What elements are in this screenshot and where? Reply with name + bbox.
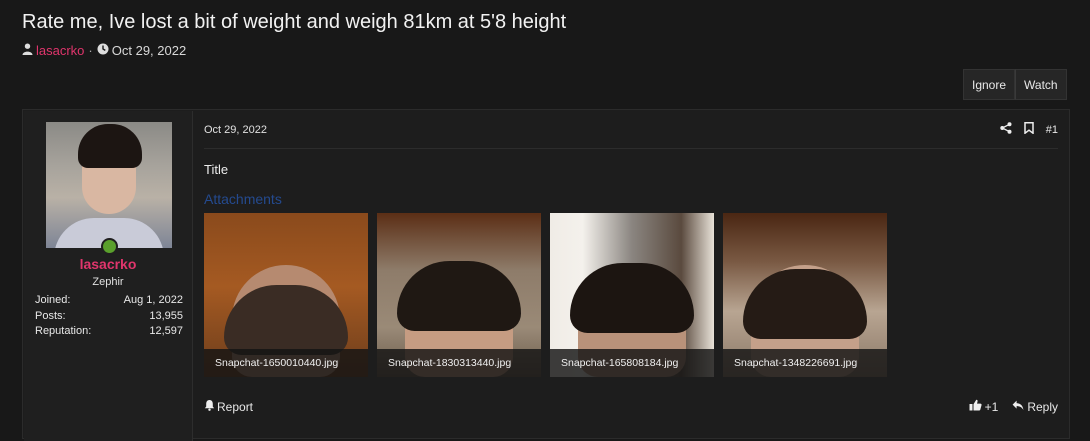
report-button[interactable]: Report bbox=[204, 399, 253, 414]
post-header: Oct 29, 2022 #1 bbox=[204, 122, 1058, 149]
post-footer: Report +1 Reply bbox=[204, 399, 1058, 419]
react-count: +1 bbox=[984, 399, 999, 414]
clock-icon bbox=[97, 43, 109, 58]
react-button[interactable]: +1 bbox=[969, 399, 999, 414]
reply-icon bbox=[1012, 400, 1024, 414]
online-indicator-icon bbox=[101, 238, 118, 255]
stat-posts: Posts: 13,955 bbox=[35, 309, 183, 325]
ignore-button[interactable]: Ignore bbox=[963, 69, 1016, 100]
thread-date[interactable]: Oct 29, 2022 bbox=[112, 43, 186, 58]
post-date[interactable]: Oct 29, 2022 bbox=[204, 124, 267, 136]
bookmark-icon[interactable] bbox=[1024, 122, 1034, 137]
attachments-heading: Attachments bbox=[204, 191, 282, 207]
attachment-filename: Snapchat-1830313440.jpg bbox=[377, 349, 541, 377]
report-label: Report bbox=[217, 399, 254, 414]
stat-label: Reputation: bbox=[35, 325, 92, 337]
user-column: lasacrko Zephir Joined: Aug 1, 2022 Post… bbox=[24, 111, 193, 441]
stat-value: Aug 1, 2022 bbox=[123, 294, 183, 306]
attachment-filename: Snapchat-1650010440.jpg bbox=[204, 349, 368, 377]
attachments-list: Snapchat-1650010440.jpg Snapchat-1830313… bbox=[204, 213, 887, 377]
thumbs-up-icon bbox=[969, 399, 982, 414]
post-actions: #1 bbox=[1000, 122, 1058, 137]
user-icon bbox=[22, 43, 33, 58]
stat-label: Joined: bbox=[35, 294, 71, 306]
post: lasacrko Zephir Joined: Aug 1, 2022 Post… bbox=[22, 109, 1070, 441]
share-icon[interactable] bbox=[1000, 122, 1012, 137]
thread-title: Rate me, Ive lost a bit of weight and we… bbox=[22, 11, 567, 33]
meta-separator: · bbox=[88, 43, 93, 58]
user-stats: Joined: Aug 1, 2022 Posts: 13,955 Reputa… bbox=[35, 293, 183, 340]
stat-label: Posts: bbox=[35, 309, 66, 322]
avatar[interactable] bbox=[46, 122, 172, 248]
post-username[interactable]: lasacrko bbox=[24, 256, 192, 272]
watch-button[interactable]: Watch bbox=[1015, 69, 1067, 100]
thread-author-link[interactable]: lasacrko bbox=[36, 43, 84, 58]
thread-header: Rate me, Ive lost a bit of weight and we… bbox=[0, 0, 1090, 70]
stat-value: 12,597 bbox=[149, 325, 183, 337]
attachment-thumbnail[interactable]: Snapchat-1650010440.jpg bbox=[204, 213, 368, 377]
attachment-thumbnail[interactable]: Snapchat-1348226691.jpg bbox=[723, 213, 887, 377]
post-body: Title bbox=[204, 162, 229, 177]
attachment-filename: Snapchat-165808184.jpg bbox=[550, 349, 714, 377]
user-title: Zephir bbox=[92, 276, 124, 288]
footer-actions: +1 Reply bbox=[969, 399, 1058, 414]
attachment-thumbnail[interactable]: Snapchat-1830313440.jpg bbox=[377, 213, 541, 377]
attachment-filename: Snapchat-1348226691.jpg bbox=[723, 349, 887, 377]
stat-joined: Joined: Aug 1, 2022 bbox=[35, 293, 183, 309]
bell-icon bbox=[204, 399, 215, 414]
stat-reputation: Reputation: 12,597 bbox=[35, 324, 183, 340]
thread-meta: lasacrko · Oct 29, 2022 bbox=[22, 43, 186, 58]
thread-actions: Ignore Watch bbox=[963, 69, 1067, 100]
reply-label: Reply bbox=[1027, 399, 1058, 414]
post-number-link[interactable]: #1 bbox=[1046, 124, 1058, 136]
stat-value: 13,955 bbox=[149, 309, 183, 322]
reply-button[interactable]: Reply bbox=[1012, 400, 1058, 414]
attachment-thumbnail[interactable]: Snapchat-165808184.jpg bbox=[550, 213, 714, 377]
